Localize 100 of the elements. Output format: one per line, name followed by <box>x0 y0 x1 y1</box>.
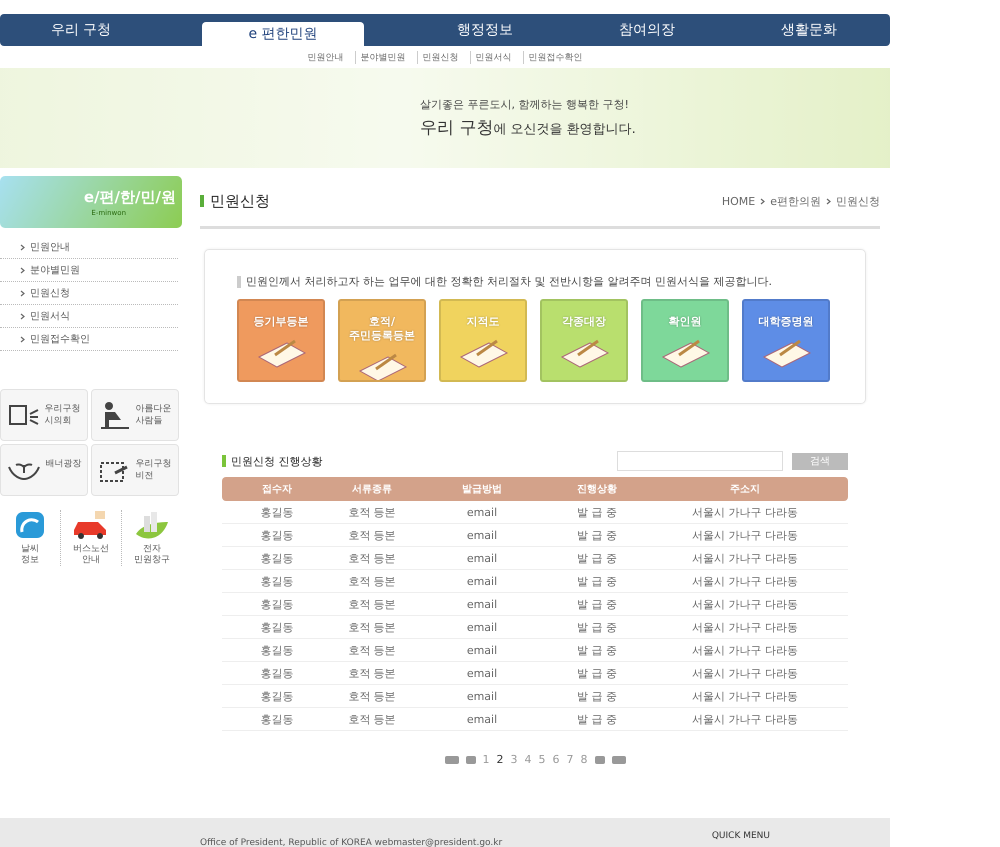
nav-tab[interactable]: e 편한민원 <box>202 22 364 46</box>
column-header: 주소지 <box>729 483 761 496</box>
table-cell-text: 호적 등본 <box>347 504 397 520</box>
sidebar-link[interactable]: 민원신청 <box>0 282 178 305</box>
chevron-icon <box>20 244 25 250</box>
table-cell-text: 홍길동 <box>260 596 294 612</box>
column-header: 발급방법 <box>461 483 503 496</box>
breadcrumb-link[interactable]: HOME <box>722 194 756 208</box>
table-cell-text: 호적 등본 <box>347 620 397 634</box>
chevron-icon <box>20 266 25 274</box>
table-cell-text: 발 급 중 <box>576 688 618 704</box>
nav-tab[interactable]: 생활문화 <box>728 14 890 46</box>
table-cell-text: 홍길동 <box>260 688 294 704</box>
table-cell-text: email <box>466 552 498 564</box>
table-cell-text: email <box>466 666 498 680</box>
table-cell-text: email <box>466 506 498 518</box>
sidebar-link[interactable]: 민원접수확인 <box>0 328 178 351</box>
table-cell-text: 호적 등본 <box>347 574 397 588</box>
weather-gauge-icon <box>14 510 46 540</box>
table-cell-text: 홍길동 <box>260 620 294 634</box>
table-cell-text: 발 급 중 <box>576 504 618 520</box>
face-speech-icon <box>8 402 40 428</box>
table-cell-text: 서울시 가나구 다라동 <box>691 712 799 726</box>
chevron-icon <box>20 312 25 320</box>
intro-text: 민원인께서 처리하고자 하는 업무에 대한 정확한 처리절차 및 전반시항을 알려주며 민원서식을 제공합니다. <box>246 274 772 289</box>
first-page-button[interactable] <box>444 756 458 764</box>
page-title: 민원신청 <box>210 192 270 210</box>
table-cell-text: 호적 등본 <box>347 642 397 658</box>
table-cell-text: 서울시 가나구 다라동 <box>691 596 799 612</box>
table-cell-text: 발 급 중 <box>576 620 618 634</box>
intro-marker-icon <box>237 276 241 288</box>
table-cell-text: 서울시 가나구 다라동 <box>691 550 799 566</box>
service-link[interactable]: 버스노선 안내 <box>60 510 121 566</box>
quick-menu-label: QUICK MENU <box>712 831 770 841</box>
breadcrumb-link[interactable]: e편한의원 <box>770 194 821 208</box>
submenu-link[interactable]: 민원안내 <box>302 50 348 64</box>
table-cell-text: 발 급 중 <box>576 666 618 680</box>
table-cell-text: email <box>466 712 498 726</box>
nav-tab[interactable]: 참여의장 <box>566 14 728 46</box>
table-cell-text: 호적 등본 <box>347 528 397 542</box>
table-cell-text: 서울시 가나구 다라동 <box>691 620 799 634</box>
section-marker-icon <box>222 455 226 467</box>
submenu-link[interactable]: 민원접수확인 <box>522 50 588 64</box>
search-field[interactable] <box>617 451 783 471</box>
submenu-link[interactable]: 민원서식 <box>470 50 516 64</box>
table-cell-text: 서울시 가나구 다라동 <box>691 642 799 658</box>
table-cell-text: 서울시 가나구 다라동 <box>691 666 799 680</box>
chevron-icon <box>20 290 25 296</box>
table-cell-text: 호적 등본 <box>347 712 397 726</box>
chevron-icon <box>760 198 766 204</box>
column-header: 진행상황 <box>576 483 618 496</box>
table-cell-text: email <box>466 574 498 588</box>
sidebar-title: e/편/한/민/원 <box>84 188 176 206</box>
table-cell-text: 호적 등본 <box>347 666 397 680</box>
nav-tab[interactable]: 행정정보 <box>404 14 566 46</box>
chevron-icon <box>20 336 25 342</box>
page-link[interactable]: 2 <box>496 753 504 766</box>
quick-link-button[interactable]: 우리구청 시의회 <box>0 389 88 441</box>
table-cell-text: 발 급 중 <box>576 642 618 658</box>
table-cell-text: 서울시 가나구 다라동 <box>691 574 799 588</box>
breadcrumb-link[interactable]: 민원신청 <box>836 194 880 208</box>
chevron-icon <box>826 198 831 204</box>
table-cell-text: 호적 등본 <box>347 688 397 704</box>
title-marker-icon <box>200 195 204 207</box>
banner-welcome: 우리 구청에 오신것을 환영합니다. <box>420 117 636 139</box>
submenu-link[interactable]: 분야별민원 <box>354 50 410 64</box>
footer-text: Office of President, Republic of KOREA webmaster@president.go.kr <box>200 838 502 847</box>
table-cell-text: email <box>466 644 498 656</box>
last-page-button[interactable] <box>612 756 626 764</box>
table-cell-text: 호적 등본 <box>347 596 397 612</box>
sidebar-link[interactable]: 민원안내 <box>0 236 178 259</box>
nav-tab[interactable]: 우리 구청 <box>0 14 162 46</box>
column-header: 서류종류 <box>351 483 393 496</box>
banner-tagline: 살기좋은 푸른도시, 함께하는 행복한 구청! <box>420 97 630 112</box>
sidebar-link[interactable]: 분야별민원 <box>0 259 178 282</box>
service-link[interactable]: 전자 민원창구 <box>121 510 182 566</box>
service-tile[interactable]: 대학증명원 <box>742 299 830 382</box>
table-cell-text: 홍길동 <box>260 712 294 726</box>
table-cell-text: 홍길동 <box>260 550 294 566</box>
table-cell-text: 서울시 가나구 다라동 <box>691 504 799 520</box>
table-cell-text: 홍길동 <box>260 574 294 588</box>
table-cell-text: 발 급 중 <box>576 712 618 726</box>
quick-link-button[interactable]: 배너광장 <box>0 444 88 496</box>
section-title: 민원신청 진행상황 <box>231 454 322 468</box>
quick-link-button[interactable]: 우리구청 비전 <box>91 444 179 496</box>
table-cell-text: email <box>466 528 498 542</box>
column-header: 접수자 <box>261 483 293 496</box>
table-cell-text: 서울시 가나구 다라동 <box>691 528 799 542</box>
table-cell-text: 호적 등본 <box>347 550 397 566</box>
next-page-button[interactable] <box>594 756 604 764</box>
quick-link-button[interactable]: 아름다운 사람들 <box>91 389 179 441</box>
prev-page-button[interactable] <box>466 756 476 764</box>
table-cell-text: 홍길동 <box>260 666 294 680</box>
submenu-link[interactable]: 민원신청 <box>416 50 464 64</box>
table-cell-text: 발 급 중 <box>576 550 618 566</box>
table-cell-text: email <box>466 620 498 634</box>
buildings-leaf-icon <box>134 510 170 540</box>
table-cell-text: 홍길동 <box>260 642 294 658</box>
service-link[interactable]: 날씨 정보 <box>0 510 60 566</box>
sidebar-link[interactable]: 민원서식 <box>0 305 178 328</box>
